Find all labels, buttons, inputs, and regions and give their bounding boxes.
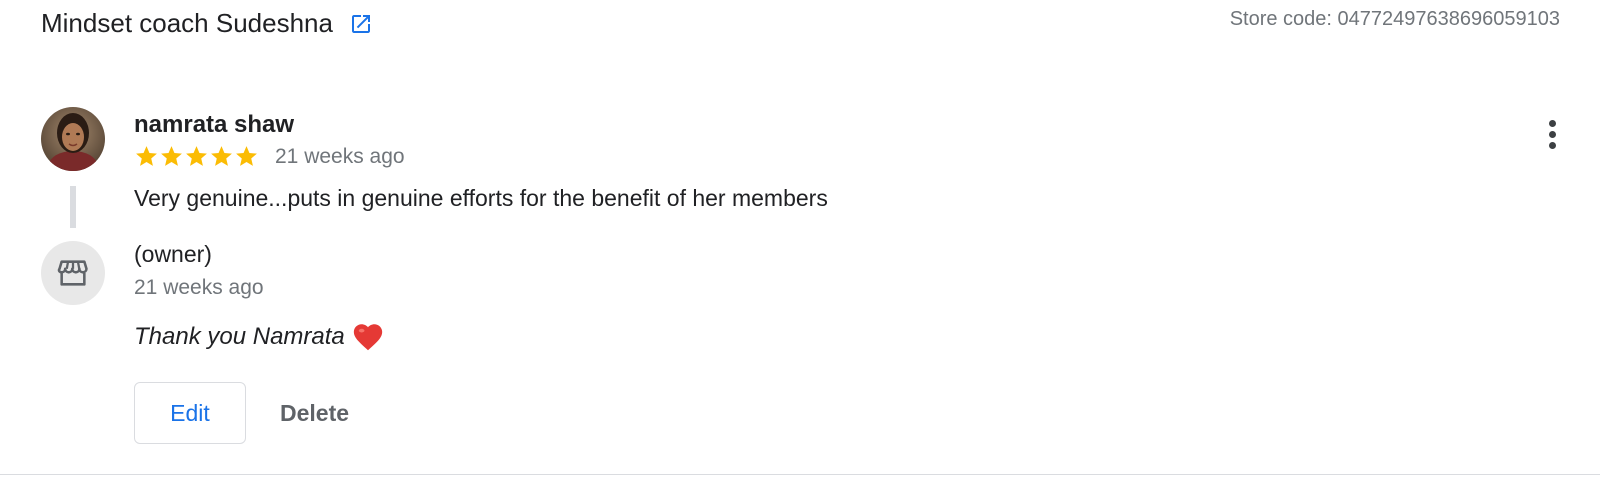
thread-connector	[70, 186, 76, 228]
review-header: Mindset coach Sudeshna	[41, 8, 373, 39]
owner-reply-message: Thank you Namrata	[134, 323, 345, 350]
star-icon	[161, 146, 182, 166]
star-icon	[136, 146, 157, 166]
star-icon	[186, 146, 207, 166]
bottom-divider	[0, 474, 1600, 475]
owner-avatar	[41, 241, 105, 305]
reviewer-name: namrata shaw	[134, 111, 295, 138]
delete-reply-button[interactable]: Delete	[268, 382, 361, 444]
reviewer-avatar	[41, 107, 105, 171]
storefront-icon	[57, 260, 88, 286]
rating-row: 21 weeks ago	[134, 144, 405, 169]
owner-reply-time: 21 weeks ago	[134, 276, 264, 299]
star-icon	[236, 146, 257, 166]
star-rating	[134, 144, 259, 169]
red-heart-icon	[353, 324, 382, 351]
business-name: Mindset coach Sudeshna	[41, 8, 333, 38]
owner-reply-text: Thank you Namrata	[134, 320, 385, 354]
owner-label: (owner)	[134, 241, 212, 267]
review-text: Very genuine...puts in genuine efforts f…	[134, 185, 828, 211]
edit-reply-button[interactable]: Edit	[134, 382, 246, 444]
more-vert-icon	[1548, 119, 1556, 127]
star-icon	[211, 146, 232, 166]
store-code: Store code: 04772497638696059103	[1229, 8, 1560, 30]
open-in-new-icon[interactable]	[349, 12, 373, 36]
review-time: 21 weeks ago	[275, 144, 405, 168]
more-options-button[interactable]	[1537, 114, 1567, 154]
